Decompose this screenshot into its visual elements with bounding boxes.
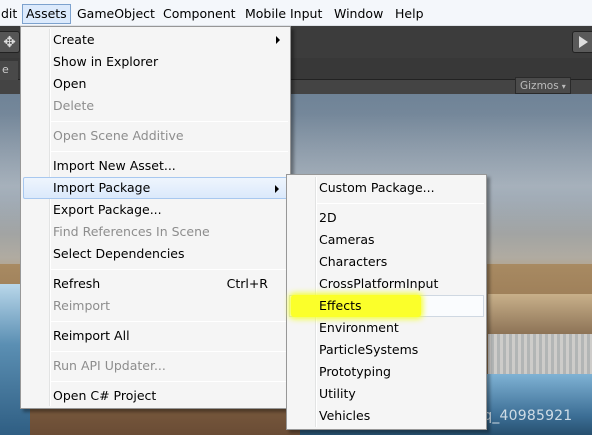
submenu-arrow-icon — [275, 185, 279, 193]
submenu-item-cameras[interactable]: Cameras — [289, 229, 484, 251]
menu-assets[interactable]: Assets — [22, 4, 71, 24]
menu-window[interactable]: Window — [330, 4, 387, 24]
gizmos-label: Gizmos — [520, 80, 559, 92]
menu-item-select-dependencies[interactable]: Select Dependencies — [23, 243, 288, 265]
menu-item-import-package[interactable]: Import Package — [23, 177, 288, 199]
submenu-arrow-icon — [276, 36, 280, 44]
chevron-down-icon: ▾ — [561, 82, 566, 91]
menu-item-open-csharp-project[interactable]: Open C# Project — [23, 385, 288, 407]
menu-item-refresh[interactable]: Refresh Ctrl+R — [23, 273, 288, 295]
submenu-item-effects[interactable]: Effects — [291, 295, 421, 317]
menu-item-label: Create — [53, 32, 95, 47]
submenu-item-custom-package[interactable]: Custom Package... — [289, 177, 484, 199]
waterfall — [488, 334, 592, 374]
rock-ledge — [488, 294, 592, 334]
menu-item-import-new-asset[interactable]: Import New Asset... — [23, 155, 288, 177]
menu-separator — [317, 203, 484, 204]
submenu-item-environment[interactable]: Environment — [289, 317, 484, 339]
play-icon[interactable] — [572, 31, 592, 53]
menu-bar: dit Assets GameObject Component Mobile I… — [0, 0, 592, 26]
menu-item-label: Refresh — [53, 276, 101, 291]
menu-separator — [51, 269, 288, 270]
menu-item-create[interactable]: Create — [23, 29, 288, 51]
gizmos-dropdown[interactable]: Gizmos ▾ — [515, 77, 571, 94]
move-tool-icon[interactable]: ✥ — [0, 31, 20, 53]
menu-item-reimport-all[interactable]: Reimport All — [23, 325, 288, 347]
menu-item-run-api-updater: Run API Updater... — [53, 358, 166, 373]
menu-item-find-references: Find References In Scene — [53, 224, 210, 239]
menu-separator — [51, 351, 288, 352]
menu-separator — [51, 381, 288, 382]
submenu-item-characters[interactable]: Characters — [289, 251, 484, 273]
submenu-item-particlesystems[interactable]: ParticleSystems — [289, 339, 484, 361]
submenu-item-vehicles[interactable]: Vehicles — [289, 405, 484, 427]
menu-help[interactable]: Help — [391, 4, 428, 24]
menu-item-reimport: Reimport — [53, 298, 111, 313]
menu-item-label: Import Package — [53, 180, 151, 195]
menu-item-export-package[interactable]: Export Package... — [23, 199, 288, 221]
menu-item-show-in-explorer[interactable]: Show in Explorer — [23, 51, 288, 73]
menu-separator — [51, 121, 288, 122]
import-package-submenu: Custom Package... 2D Cameras Characters … — [286, 174, 487, 430]
menu-edit[interactable]: dit — [0, 4, 21, 24]
menu-separator — [51, 151, 288, 152]
shortcut-label: Ctrl+R — [226, 276, 268, 291]
submenu-item-utility[interactable]: Utility — [289, 383, 484, 405]
menu-gameobject[interactable]: GameObject — [73, 4, 159, 24]
menu-separator — [51, 321, 288, 322]
menu-item-delete: Delete — [53, 98, 95, 113]
menu-item-open-scene-additive: Open Scene Additive — [53, 128, 184, 143]
submenu-item-crossplatforminput[interactable]: CrossPlatformInput — [289, 273, 484, 295]
menu-item-open[interactable]: Open — [23, 73, 288, 95]
assets-menu: Create Show in Explorer Open Delete Open… — [20, 26, 291, 409]
menu-mobile-input[interactable]: Mobile Input — [241, 4, 326, 24]
scene-tab[interactable]: e — [0, 61, 18, 80]
menu-component[interactable]: Component — [159, 4, 240, 24]
submenu-item-prototyping[interactable]: Prototyping — [289, 361, 484, 383]
submenu-item-2d[interactable]: 2D — [289, 207, 484, 229]
